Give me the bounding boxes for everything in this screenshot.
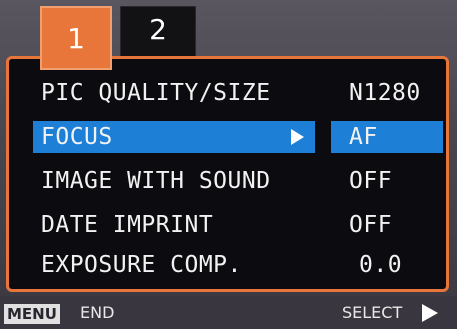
menu-item-value: AF — [349, 124, 378, 150]
menu-item-exposure-comp[interactable]: EXPOSURE COMP. 0.0 — [33, 249, 443, 283]
camera-menu-screen: 1 2 PIC QUALITY/SIZE N1280 FOCUS AF IMAG… — [0, 0, 457, 329]
menu-item-label: DATE IMPRINT — [41, 212, 214, 238]
menu-key-badge[interactable]: MENU — [4, 304, 60, 324]
menu-item-date-imprint[interactable]: DATE IMPRINT OFF — [33, 209, 443, 243]
end-label: END — [80, 303, 115, 322]
menu-item-value: OFF — [349, 168, 393, 194]
menu-item-label: PIC QUALITY/SIZE — [41, 80, 271, 106]
right-triangle-icon[interactable] — [422, 304, 438, 322]
tab-1[interactable]: 1 — [40, 6, 112, 70]
menu-panel: PIC QUALITY/SIZE N1280 FOCUS AF IMAGE WI… — [6, 56, 449, 292]
menu-item-value: OFF — [349, 212, 393, 238]
tab-2-label: 2 — [149, 13, 167, 46]
right-triangle-icon — [291, 129, 304, 145]
menu-item-label: FOCUS — [41, 124, 113, 150]
menu-item-pic-quality[interactable]: PIC QUALITY/SIZE N1280 — [33, 77, 443, 111]
tab-2[interactable]: 2 — [120, 6, 196, 58]
menu-item-label: EXPOSURE COMP. — [41, 252, 242, 278]
tab-1-label: 1 — [67, 21, 85, 55]
value-highlight — [331, 121, 443, 153]
menu-item-focus[interactable]: FOCUS AF — [33, 121, 443, 155]
footer-bar: MENU END SELECT — [0, 296, 457, 329]
menu-item-label: IMAGE WITH SOUND — [41, 168, 271, 194]
menu-item-value: 0.0 — [359, 252, 403, 278]
select-label: SELECT — [342, 303, 403, 322]
menu-item-image-with-sound[interactable]: IMAGE WITH SOUND OFF — [33, 165, 443, 199]
menu-item-value: N1280 — [349, 80, 421, 106]
